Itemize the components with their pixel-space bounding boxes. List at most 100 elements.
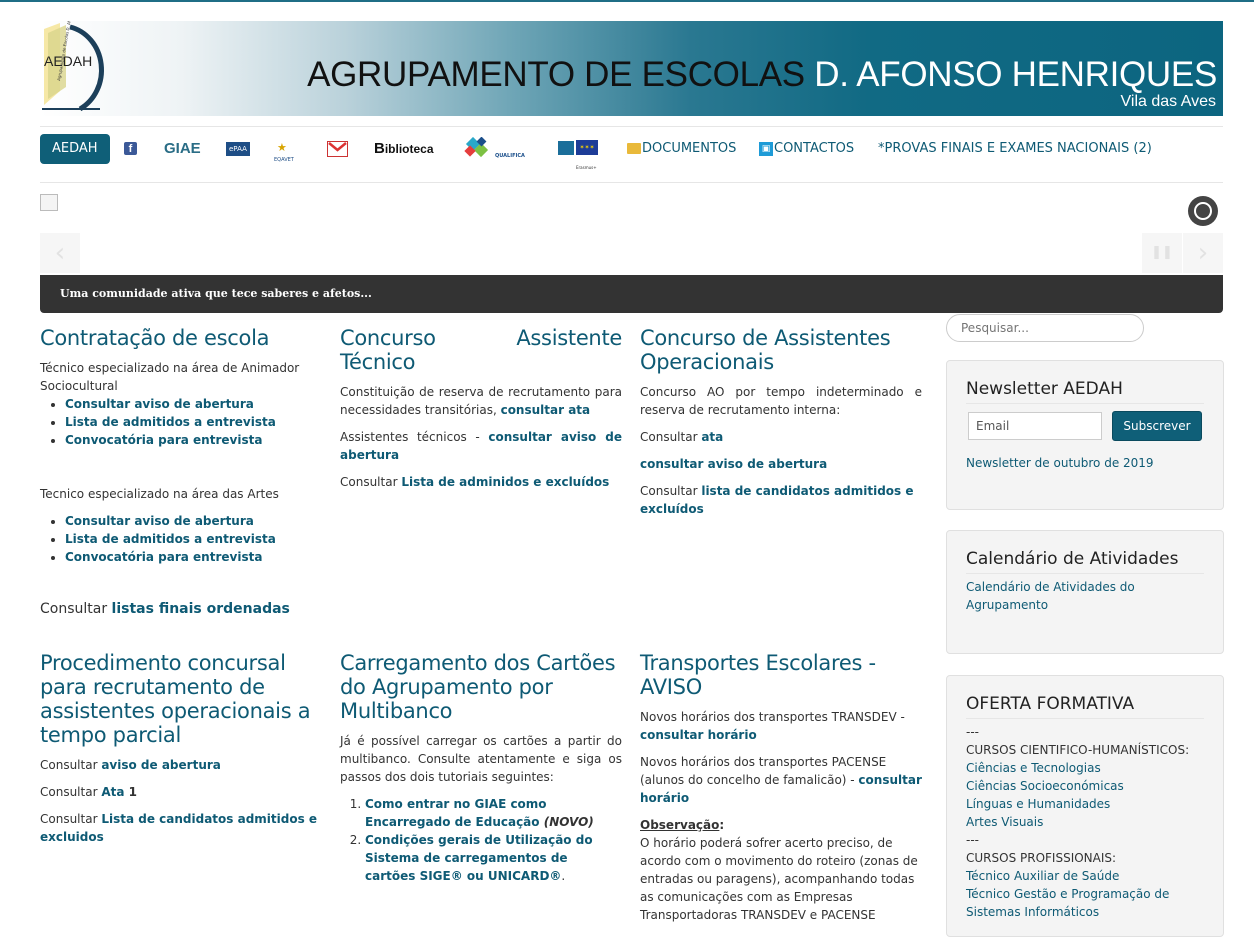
aviso-abertura-link[interactable]: Consultar aviso de abertura — [65, 514, 254, 528]
nav-home[interactable]: AEDAH — [40, 134, 110, 164]
newsletter-link[interactable]: Newsletter de outubro de 2019 — [966, 456, 1154, 470]
search-box — [946, 314, 1144, 342]
giae-logo: GIAE — [164, 140, 201, 157]
course-link[interactable]: Técnico Auxiliar de Saúde — [966, 869, 1119, 883]
loading-spinner-icon — [1188, 196, 1218, 226]
article-paragraph: Constituição de reserva de recrutamento … — [340, 385, 622, 417]
banner-title-light: D. AFONSO HENRIQUES — [814, 55, 1217, 94]
facebook-icon: f — [124, 142, 137, 155]
gmail-icon — [327, 140, 348, 157]
article-transportes: Transportes Escolares - AVISO Novos horá… — [640, 651, 922, 924]
calendar-link[interactable]: Calendário de Atividades do Agrupamento — [966, 580, 1135, 612]
consultar-ata-link[interactable]: ata — [701, 430, 723, 444]
nav-erasmus[interactable]: ✶✶✶ Erasmus+ — [558, 134, 600, 170]
slider-caption-text: Uma comunidade ativa que tece saberes e … — [60, 287, 372, 300]
article-title[interactable]: Concurso de Assistentes Operacionais — [640, 326, 922, 374]
aviso-abertura-link[interactable]: consultar aviso de abertura — [640, 457, 827, 471]
article-assistentes-operacionais: Concurso de Assistentes Operacionais Con… — [640, 326, 922, 518]
contacts-icon: ▣ — [759, 141, 773, 156]
article-paragraph: Consultar Lista de candidatos admitidos … — [40, 812, 318, 844]
horario-transdev-link[interactable]: consultar horário — [640, 728, 757, 742]
link-list: Consultar aviso de abertura Lista de adm… — [40, 395, 322, 449]
course-link[interactable]: Artes Visuais — [966, 815, 1043, 829]
article-paragraph: Consultar Ata 1 — [40, 785, 137, 799]
ata-link[interactable]: Ata — [101, 785, 124, 799]
epaa-logo: ePAA — [226, 141, 250, 156]
nav-facebook[interactable]: f — [124, 134, 137, 164]
list-item: Como entrar no GIAE como Encarregado de … — [365, 795, 622, 831]
slider-next-button[interactable]: › — [1183, 233, 1223, 273]
article-title[interactable]: Carregamento dos Cartões do Agrupamento … — [340, 651, 622, 723]
article-intro: Técnico especializado na área de Animado… — [40, 361, 300, 393]
separator-text: --- — [966, 725, 979, 739]
main-nav: AEDAH f GIAE ePAA ★ EQAVET Biblioteca QU… — [40, 134, 1223, 170]
article-paragraph: Consultar Lista de adminidos e excluídos — [340, 475, 610, 489]
article-paragraph: Concurso AO por tempo indeterminado e re… — [640, 385, 922, 417]
course-group-heading: CURSOS PROFISSIONAIS: — [966, 851, 1117, 865]
course-link[interactable]: Ciências Socioeconómicas — [966, 779, 1124, 793]
article-paragraph: Assistentes técnicos - consultar aviso d… — [340, 430, 622, 462]
listas-finais-link[interactable]: listas finais ordenadas — [112, 601, 290, 617]
article-paragraph: Novos horários dos transportes TRANSDEV … — [640, 710, 905, 742]
subscribe-button[interactable]: Subscrever — [1112, 411, 1202, 441]
nav-contactos[interactable]: ▣ CONTACTOS — [759, 134, 854, 164]
email-field[interactable]: Email — [968, 412, 1102, 440]
list-item: Lista de admitidos a entrevista — [65, 413, 322, 431]
convocatoria-link[interactable]: Convocatória para entrevista — [65, 550, 262, 564]
logo-text: AEDAH — [44, 53, 93, 69]
divider — [40, 182, 1223, 183]
banner-subtitle: Vila das Aves — [1120, 93, 1216, 110]
article-title[interactable]: Transportes Escolares - AVISO — [640, 651, 922, 699]
tutorial-giae-link[interactable]: Como entrar no GIAE como Encarregado de … — [365, 797, 547, 829]
aviso-abertura-link[interactable]: aviso de abertura — [101, 758, 221, 772]
article-carregamento-cartoes: Carregamento dos Cartões do Agrupamento … — [340, 651, 622, 885]
list-item: Lista de admitidos a entrevista — [65, 530, 322, 548]
nav-gmail[interactable] — [327, 134, 348, 164]
article-title[interactable]: Procedimento concursal para recrutamento… — [40, 651, 322, 747]
folder-icon — [627, 143, 641, 154]
consultar-ata-link[interactable]: consultar ata — [501, 403, 591, 417]
article-title[interactable]: Concurso Assistente Técnico — [340, 326, 622, 374]
nav-eqavet[interactable]: ★ EQAVET — [272, 134, 302, 164]
slider-pause-button[interactable]: ❚❚ — [1142, 233, 1182, 273]
observacao-label: Observação: — [640, 818, 725, 832]
article-paragraph: Consultar lista de candidatos admitidos … — [640, 484, 914, 516]
panel-title: OFERTA FORMATIVA — [966, 694, 1204, 719]
site-banner[interactable]: Agrupamento de Escolas D. Afonso Henriqu… — [40, 21, 1223, 116]
article-paragraph: O horário poderá sofrer acerto preciso, … — [640, 836, 918, 922]
slider-prev-button[interactable]: ‹ — [40, 233, 80, 273]
course-link[interactable]: Ciências e Tecnologias — [966, 761, 1101, 775]
article-paragraph: Novos horários dos transportes PACENSE (… — [640, 755, 922, 805]
aviso-abertura-link[interactable]: Consultar aviso de abertura — [65, 397, 254, 411]
admitidos-link[interactable]: Lista de admitidos a entrevista — [65, 532, 276, 546]
nav-epaa[interactable]: ePAA — [226, 134, 250, 164]
panel-title: Newsletter AEDAH — [966, 379, 1204, 404]
lista-admitidos-link[interactable]: Lista de adminidos e excluídos — [401, 475, 609, 489]
eqavet-logo: ★ EQAVET — [272, 139, 302, 163]
course-link[interactable]: Línguas e Humanidades — [966, 797, 1110, 811]
erasmus-logo: ✶✶✶ Erasmus+ — [558, 139, 600, 170]
link-list: Consultar aviso de abertura Lista de adm… — [40, 512, 322, 566]
separator-text: --- — [966, 833, 979, 847]
article-title[interactable]: Contratação de escola — [40, 326, 322, 350]
list-item: Consultar aviso de abertura — [65, 512, 322, 530]
biblioteca-logo: Biblioteca — [374, 140, 434, 157]
convocatoria-link[interactable]: Convocatória para entrevista — [65, 433, 262, 447]
tutorial-list: Como entrar no GIAE como Encarregado de … — [340, 795, 622, 885]
nav-documentos[interactable]: DOCUMENTOS — [627, 134, 736, 164]
search-input[interactable] — [959, 315, 1143, 341]
list-item: Condições gerais de Utilização do Sistem… — [365, 831, 622, 885]
aedah-logo[interactable]: Agrupamento de Escolas D. Afonso Henriqu… — [40, 21, 120, 116]
slider-image-broken — [40, 194, 58, 211]
nav-qualifica[interactable]: QUALIFICA — [464, 134, 530, 164]
tutorial-sige-link[interactable]: Condições gerais de Utilização do Sistem… — [365, 833, 593, 883]
list-item: Consultar aviso de abertura — [65, 395, 322, 413]
course-link[interactable]: Técnico Gestão e Programação de Sistemas… — [966, 887, 1169, 919]
article-paragraph: Consultar aviso de abertura — [40, 758, 221, 772]
qualifica-logo: QUALIFICA — [464, 136, 530, 160]
admitidos-link[interactable]: Lista de admitidos a entrevista — [65, 415, 276, 429]
top-border — [0, 0, 1254, 2]
nav-biblioteca[interactable]: Biblioteca — [374, 134, 434, 164]
nav-giae[interactable]: GIAE — [164, 134, 201, 164]
nav-provas[interactable]: *PROVAS FINAIS E EXAMES NACIONAIS (2) — [878, 134, 1152, 164]
